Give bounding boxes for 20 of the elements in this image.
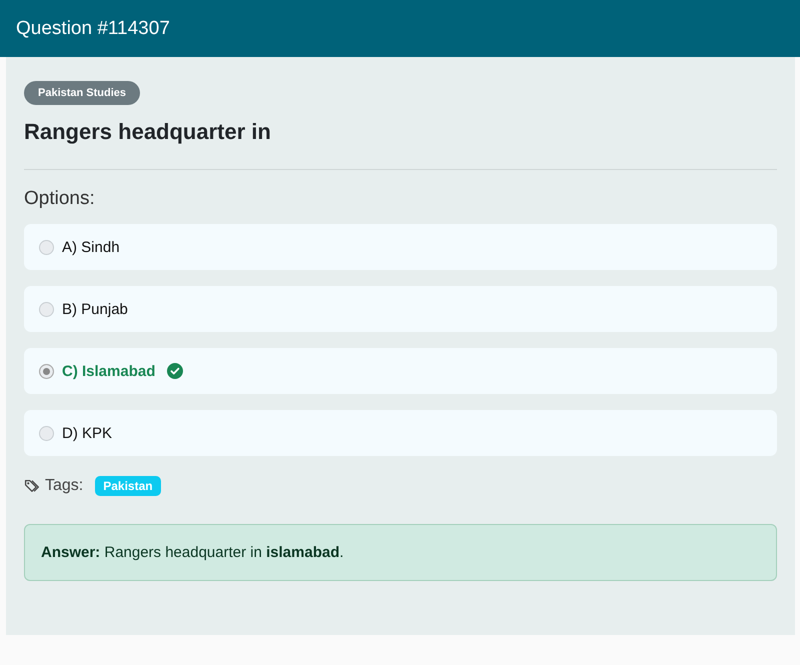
option-row[interactable]: C) Islamabad [24, 348, 777, 394]
option-row[interactable]: D) KPK [24, 410, 777, 456]
option-label: D) KPK [62, 424, 112, 442]
radio-button[interactable] [39, 426, 54, 440]
question-title: Question #114307 [16, 18, 170, 40]
options-heading: Options: [24, 188, 96, 210]
answer-text: Answer: Rangers headquarter in islamabad. [41, 544, 344, 561]
category-badge: Pakistan Studies [24, 81, 140, 105]
question-text: Rangers headquarter in [24, 119, 272, 145]
radio-button[interactable] [39, 302, 54, 316]
radio-button[interactable] [39, 240, 54, 254]
option-label: C) Islamabad [62, 362, 156, 380]
check-circle-icon [167, 363, 184, 379]
option-row[interactable]: A) Sindh [24, 224, 777, 270]
option-row[interactable]: B) Punjab [24, 286, 777, 332]
option-label: B) Punjab [62, 300, 128, 318]
option-label: A) Sindh [62, 238, 120, 256]
tags-icon [24, 478, 41, 494]
radio-button[interactable] [39, 364, 54, 378]
tags-label: Tags: [45, 477, 84, 495]
